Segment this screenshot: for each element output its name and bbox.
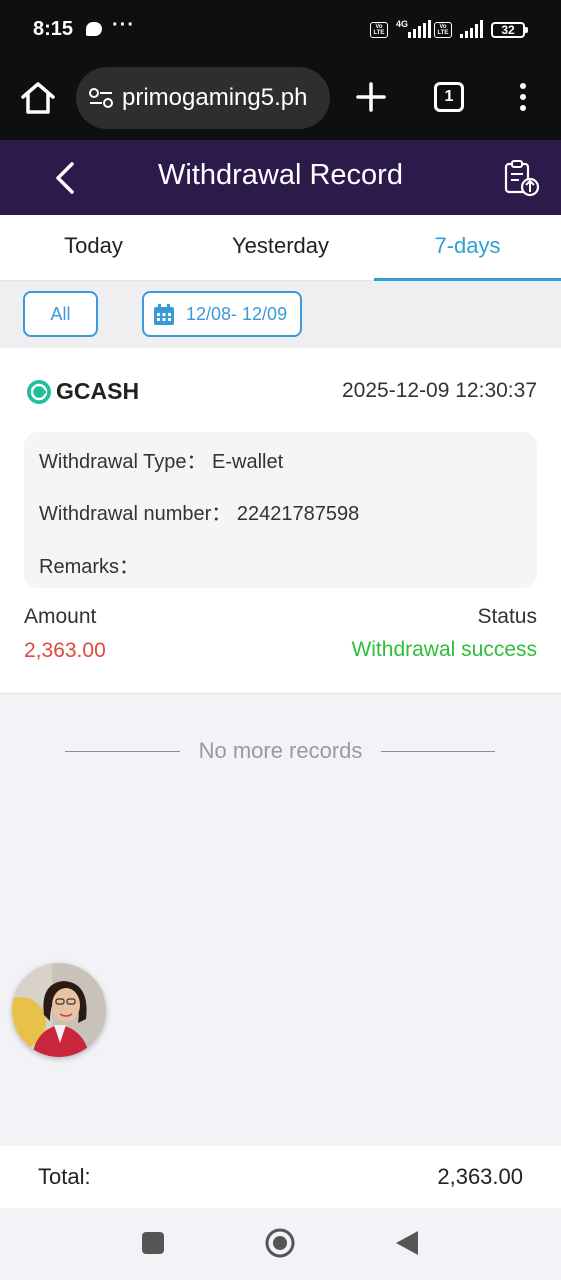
status-time: 8:15 (33, 18, 74, 40)
filter-bar: All 12/08- 12/09 (0, 281, 561, 348)
chat-notification-icon (86, 22, 102, 36)
withdrawal-type-value: E-wallet (212, 451, 284, 473)
list-end-indicator: No more records (0, 738, 561, 764)
withdrawal-type-row: Withdrawal Type： E-wallet (39, 445, 283, 474)
signal-strength-icon (408, 20, 431, 38)
network-type-label: 4G (396, 19, 409, 29)
status-label: Status (477, 605, 537, 628)
address-bar[interactable]: primogaming5.ph (76, 67, 330, 129)
page-title: Withdrawal Record (158, 159, 403, 191)
volte-icon: Vo LTE (370, 22, 388, 38)
amount-label: Amount (24, 605, 97, 628)
date-range-picker[interactable]: 12/08- 12/09 (142, 291, 302, 337)
tab-yesterday[interactable]: Yesterday (187, 215, 374, 281)
total-label: Total: (38, 1164, 91, 1189)
remarks-label: Remarks： (39, 556, 140, 578)
total-bar: Total: 2,363.00 (0, 1146, 561, 1208)
url-text: primogaming5.ph (122, 84, 308, 111)
app-header: Withdrawal Record (0, 140, 561, 215)
withdrawal-type-label: Withdrawal Type： (39, 451, 207, 473)
filter-all-button[interactable]: All (23, 291, 98, 337)
date-tabs: Today Yesterday 7-days (0, 215, 561, 281)
payment-method-label: GCASH (56, 378, 140, 404)
divider-right (381, 751, 495, 752)
tab-7-days[interactable]: 7-days (374, 215, 561, 281)
withdrawal-record-card[interactable]: GCASH 2025-12-09 12:30:37 Withdrawal Typ… (0, 348, 561, 694)
date-range-text: 12/08- 12/09 (186, 304, 288, 324)
record-upload-icon[interactable] (501, 158, 541, 198)
browser-menu-icon[interactable] (510, 80, 536, 116)
more-notifications-icon: ··· (112, 14, 135, 36)
battery-icon: 32 (491, 22, 528, 38)
browser-toolbar: primogaming5.ph 1 (0, 60, 561, 140)
system-nav-bar (0, 1208, 561, 1280)
signal-strength-icon-2 (460, 20, 483, 38)
withdrawal-number-row: Withdrawal number： 22421787598 (39, 497, 359, 526)
tab-switcher-button[interactable]: 1 (434, 82, 464, 112)
remarks-row: Remarks： (39, 550, 139, 579)
gcash-logo-icon (27, 380, 51, 404)
withdrawal-number-label: Withdrawal number： (39, 503, 232, 525)
tab-today[interactable]: Today (0, 215, 187, 281)
site-settings-icon[interactable] (88, 87, 114, 109)
support-agent-photo (12, 963, 106, 1057)
home-circle-icon[interactable] (264, 1227, 296, 1259)
status-badge: Withdrawal success (351, 638, 537, 661)
new-tab-icon[interactable] (352, 78, 390, 116)
home-icon[interactable] (18, 78, 58, 118)
record-details: Withdrawal Type： E-wallet Withdrawal num… (24, 432, 537, 588)
recent-apps-icon[interactable] (142, 1232, 164, 1254)
total-value: 2,363.00 (437, 1164, 523, 1189)
withdrawal-number-value: 22421787598 (236, 503, 360, 525)
calendar-icon (154, 304, 174, 325)
record-timestamp: 2025-12-09 12:30:37 (342, 379, 537, 402)
volte-icon-2: Vo LTE (434, 22, 452, 38)
customer-service-avatar[interactable] (12, 963, 106, 1057)
back-triangle-icon[interactable] (394, 1229, 420, 1257)
amount-value: 2,363.00 (24, 639, 106, 662)
system-status-bar: 8:15 ··· Vo LTE 4G Vo LTE 32 (0, 0, 561, 60)
